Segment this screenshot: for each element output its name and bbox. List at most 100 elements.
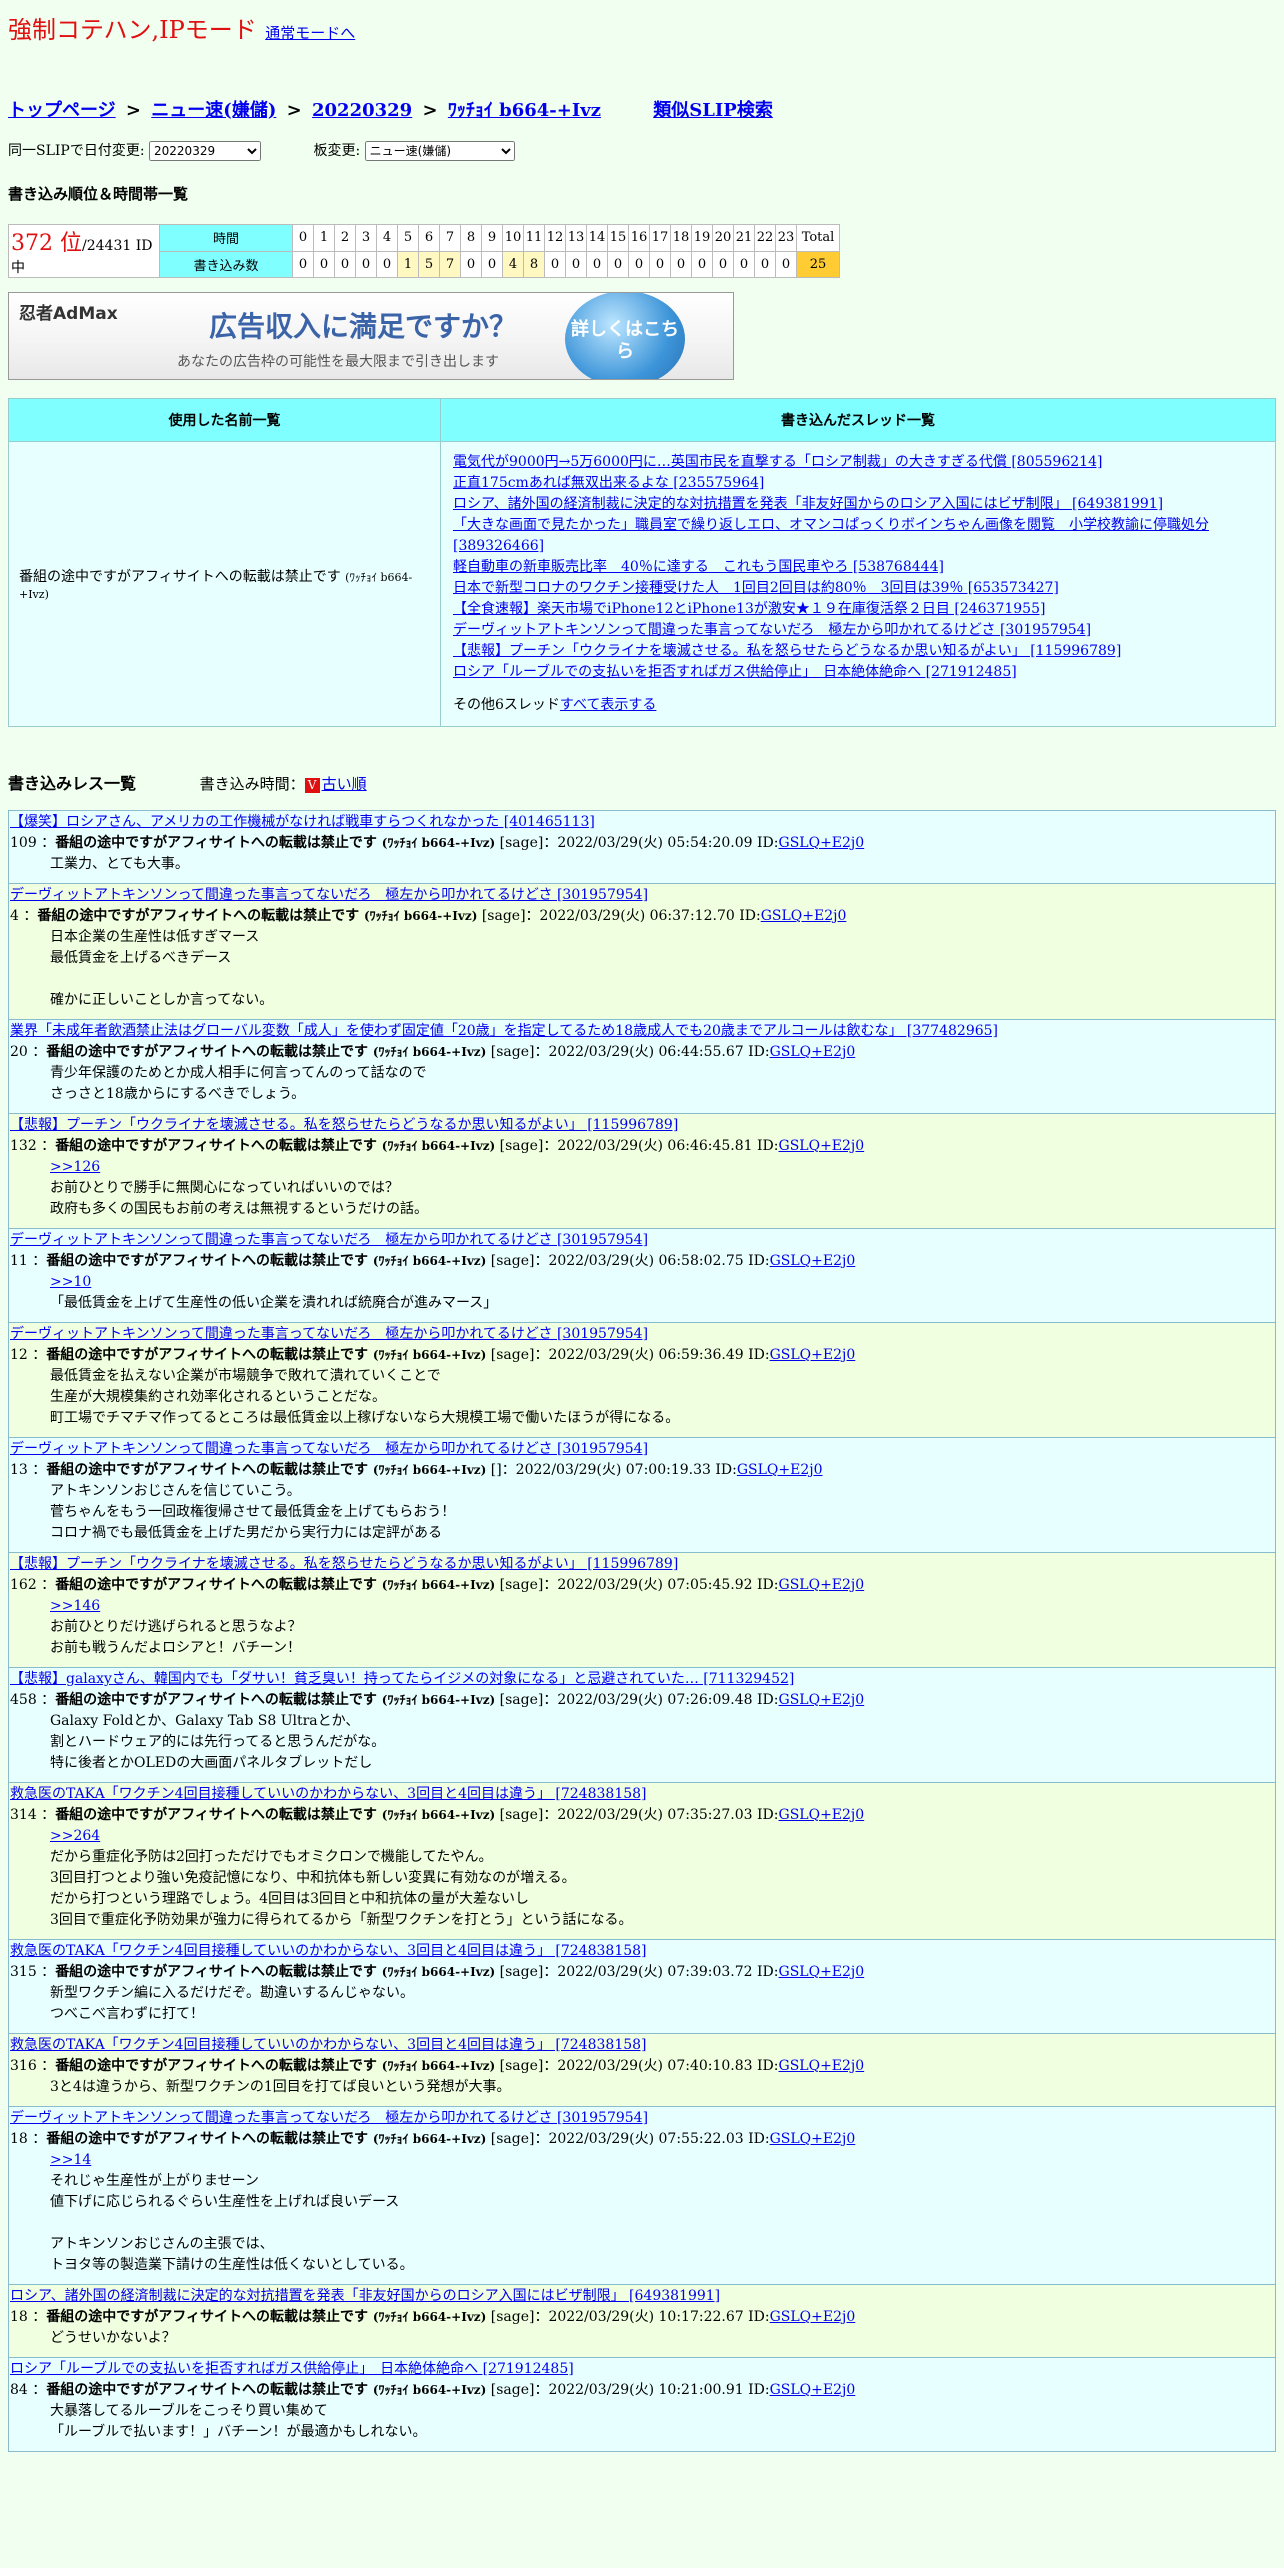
post-id-link[interactable]: GSLQ+E2j0 <box>770 2309 856 2325</box>
post-date: ：2022/03/29(火) 07:40:10.83 <box>543 2058 753 2074</box>
post-id-link[interactable]: GSLQ+E2j0 <box>779 1807 865 1823</box>
post-id-link[interactable]: GSLQ+E2j0 <box>779 1964 865 1980</box>
hour-header: 1 <box>313 224 335 252</box>
post-id-link[interactable]: GSLQ+E2j0 <box>779 2058 865 2074</box>
hour-header: 0 <box>292 224 314 252</box>
post-id-label: ID: <box>757 835 779 851</box>
ad-banner[interactable]: 忍者AdMax 広告収入に満足ですか？ あなたの広告枠の可能性を最大限まで引き出… <box>8 292 734 380</box>
post-thread-link[interactable]: デーヴィットアトキンソンって間違った事言ってないだろ 極左から叩かれてるけどさ … <box>10 1232 648 1248</box>
post-id-label: ID: <box>715 1462 737 1478</box>
thread-link[interactable]: デーヴィットアトキンソンって間違った事言ってないだろ 極左から叩かれてるけどさ … <box>453 620 1263 641</box>
breadcrumb-slip[interactable]: ﾜｯﾁｮｲ b664-+Ivz <box>448 100 601 121</box>
post-anchor-link[interactable]: >>146 <box>50 1598 100 1614</box>
post-author: 番組の途中ですがアフィサイトへの転載は禁止です (ﾜｯﾁｮｲ b664-+Ivz… <box>55 2058 495 2074</box>
post-item: 【爆笑】ロシアさん、アメリカの工作機械がなければ戦車すらつくれなかった [401… <box>8 810 1276 884</box>
post-line <box>50 2213 1274 2234</box>
post-thread-link[interactable]: 【悲報】プーチン「ウクライナを壊滅させる。私を怒らせたらどうなるか思い知るがよい… <box>10 1117 678 1133</box>
post-number: 11 <box>10 1253 28 1269</box>
post-mail: [sage] <box>490 2382 535 2398</box>
post-line: 3と4は違うから、新型ワクチンの1回目を打てば良いという発想が大事。 <box>50 2079 511 2095</box>
post-author: 番組の途中ですがアフィサイトへの転載は禁止です (ﾜｯﾁｮｲ b664-+Ivz… <box>55 1807 495 1823</box>
ad-logo: 忍者AdMax <box>19 304 118 324</box>
hour-count: 0 <box>313 250 335 278</box>
post-author-name: 番組の途中ですがアフィサイトへの転載は禁止です <box>55 2058 377 2074</box>
post-id-label: ID: <box>757 1577 779 1593</box>
board-select[interactable]: ニュー速(嫌儲) <box>364 141 515 161</box>
post-thread-link[interactable]: 救急医のTAKA「ワクチン4回目接種していいのかわからない、3回目と4回目は違う… <box>10 1943 647 1959</box>
post-thread-link[interactable]: ロシア、諸外国の経済制裁に決定的な対抗措置を発表「非友好国からのロシア入国にはビ… <box>10 2288 720 2304</box>
post-id-link[interactable]: GSLQ+E2j0 <box>737 1462 823 1478</box>
post-id-link[interactable]: GSLQ+E2j0 <box>761 908 847 924</box>
breadcrumb-top[interactable]: トップページ <box>8 100 116 121</box>
post-author-slip: (ﾜｯﾁｮｲ b664-+Ivz) <box>363 909 478 923</box>
post-body: 3と4は違うから、新型ワクチンの1回目を打てば良いという発想が大事。 <box>50 2077 1274 2098</box>
thread-link[interactable]: ロシア「ルーブルでの支払いを拒否すればガス供給停止」 日本絶体絶命へ [2719… <box>453 662 1263 683</box>
post-anchor-link[interactable]: >>264 <box>50 1828 100 1844</box>
breadcrumb-date[interactable]: 20220329 <box>312 100 412 121</box>
post-thread-link[interactable]: 【爆笑】ロシアさん、アメリカの工作機械がなければ戦車すらつくれなかった [401… <box>10 814 595 830</box>
post-id-label: ID: <box>748 2382 770 2398</box>
thread-link[interactable]: 正直175cmあれば無双出来るよな [235575964] <box>453 473 1263 494</box>
thread-link[interactable]: 電気代が9000円→5万6000円に…英国市民を直撃する「ロシア制裁」の大きすぎ… <box>453 452 1263 473</box>
post-id-link[interactable]: GSLQ+E2j0 <box>770 2382 856 2398</box>
post-id-link[interactable]: GSLQ+E2j0 <box>779 1577 865 1593</box>
thread-link[interactable]: 「大きな画面で見たかった」職員室で繰り返しエロ、オマンコぱっくりボインちゃん画像… <box>453 515 1263 557</box>
hour-count: 0 <box>628 250 650 278</box>
show-all-link[interactable]: すべて表示する <box>560 697 656 713</box>
post-thread-link[interactable]: デーヴィットアトキンソンって間違った事言ってないだろ 極左から叩かれてるけどさ … <box>10 887 648 903</box>
post-anchor-link[interactable]: >>10 <box>50 1274 91 1290</box>
post-author-slip: (ﾜｯﾁｮｲ b664-+Ivz) <box>372 1045 487 1059</box>
post-anchor-link[interactable]: >>14 <box>50 2152 91 2168</box>
post-author-slip: (ﾜｯﾁｮｲ b664-+Ivz) <box>372 2310 487 2324</box>
post-id-link[interactable]: GSLQ+E2j0 <box>779 1138 865 1154</box>
breadcrumb-separator: > <box>422 100 438 121</box>
post-id-link[interactable]: GSLQ+E2j0 <box>770 1253 856 1269</box>
post-thread-link[interactable]: 業界「未成年者飲酒禁止法はグローバル変数「成人」を使わず固定値「20歳」を指定し… <box>10 1023 998 1039</box>
post-id-link[interactable]: GSLQ+E2j0 <box>779 1692 865 1708</box>
post-id-link[interactable]: GSLQ+E2j0 <box>770 2131 856 2147</box>
post-thread: デーヴィットアトキンソンって間違った事言ってないだろ 極左から叩かれてるけどさ … <box>10 1230 1274 1251</box>
normal-mode-link[interactable]: 通常モードへ <box>265 24 355 42</box>
post-anchor-link[interactable]: >>126 <box>50 1159 100 1175</box>
thread-link[interactable]: 軽自動車の新車販売比率 40％に達する これもう国民車やろ [538768444… <box>453 557 1263 578</box>
post-mail: [sage] <box>499 835 544 851</box>
post-thread-link[interactable]: 救急医のTAKA「ワクチン4回目接種していいのかわからない、3回目と4回目は違う… <box>10 1786 647 1802</box>
date-select[interactable]: 20220329 <box>149 141 262 161</box>
post-thread-link[interactable]: 救急医のTAKA「ワクチン4回目接種していいのかわからない、3回目と4回目は違う… <box>10 2037 647 2053</box>
post-number: 132 <box>10 1138 37 1154</box>
post-item: デーヴィットアトキンソンって間違った事言ってないだろ 極左から叩かれてるけどさ … <box>8 1229 1276 1323</box>
post-number: 162 <box>10 1577 37 1593</box>
post-author-name: 番組の途中ですがアフィサイトへの転載は禁止です <box>46 1253 368 1269</box>
post-line: それじゃ生産性が上がりませーン <box>50 2173 259 2189</box>
post-item: デーヴィットアトキンソンって間違った事言ってないだろ 極左から叩かれてるけどさ … <box>8 2107 1276 2285</box>
post-thread-link[interactable]: 【悲報】galaxyさん、韓国内でも「ダサい！貧乏臭い！持ってたらイジメの対象に… <box>10 1671 794 1687</box>
post-thread-link[interactable]: デーヴィットアトキンソンって間違った事言ってないだろ 極左から叩かれてるけどさ … <box>10 2110 648 2126</box>
post-thread-link[interactable]: ロシア「ルーブルでの支払いを拒否すればガス供給停止」 日本絶体絶命へ [2719… <box>10 2361 574 2377</box>
post-line: コロナ禍でも最低賃金を上げた男だから実行力には定評がある <box>50 1525 442 1541</box>
ad-details-button[interactable]: 詳しくはこちら <box>565 293 685 379</box>
thread-link[interactable]: 【全食速報】楽天市場でiPhone12とiPhone13が激安★１９在庫復活祭２… <box>453 599 1263 620</box>
post-thread-link[interactable]: 【悲報】プーチン「ウクライナを壊滅させる。私を怒らせたらどうなるか思い知るがよい… <box>10 1556 678 1572</box>
post-thread-link[interactable]: デーヴィットアトキンソンって間違った事言ってないだろ 極左から叩かれてるけどさ … <box>10 1326 648 1342</box>
post-author-name: 番組の途中ですがアフィサイトへの転載は禁止です <box>46 1462 368 1478</box>
post-meta: 20 ：番組の途中ですがアフィサイトへの転載は禁止です (ﾜｯﾁｮｲ b664-… <box>10 1044 856 1060</box>
thread-link[interactable]: 【悲報】プーチン「ウクライナを壊滅させる。私を怒らせたらどうなるか思い知るがよい… <box>453 641 1263 662</box>
post-thread: ロシア「ルーブルでの支払いを拒否すればガス供給停止」 日本絶体絶命へ [2719… <box>10 2359 1274 2380</box>
post-line: 割とハードウェア的には先行ってると思うんだがな。 <box>50 1734 386 1750</box>
sort-oldest-link[interactable]: 古い順 <box>322 775 367 793</box>
similar-slip-search-link[interactable]: 類似SLIP検索 <box>653 100 773 121</box>
breadcrumb-board[interactable]: ニュー速(嫌儲) <box>151 100 276 121</box>
thread-link[interactable]: 日本で新型コロナのワクチン接種受けた人 1回目2回目は約80％ 3回目は39％ … <box>453 578 1263 599</box>
post-mail: [sage] <box>499 1692 544 1708</box>
post-thread-link[interactable]: デーヴィットアトキンソンって間違った事言ってないだろ 極左から叩かれてるけどさ … <box>10 1441 648 1457</box>
post-item: 【悲報】プーチン「ウクライナを壊滅させる。私を怒らせたらどうなるか思い知るがよい… <box>8 1114 1276 1229</box>
post-date: ：2022/03/29(火) 07:55:22.03 <box>534 2131 744 2147</box>
post-id-link[interactable]: GSLQ+E2j0 <box>770 1044 856 1060</box>
post-meta: 109 ：番組の途中ですがアフィサイトへの転載は禁止です (ﾜｯﾁｮｲ b664… <box>10 835 865 851</box>
thread-link[interactable]: ロシア、諸外国の経済制裁に決定的な対抗措置を発表「非友好国からのロシア入国にはビ… <box>453 494 1263 515</box>
post-id-link[interactable]: GSLQ+E2j0 <box>779 835 865 851</box>
post-id-link[interactable]: GSLQ+E2j0 <box>770 1347 856 1363</box>
post-author: 番組の途中ですがアフィサイトへの転載は禁止です (ﾜｯﾁｮｲ b664-+Ivz… <box>55 1138 495 1154</box>
post-mail: [sage] <box>490 1347 535 1363</box>
post-author-slip: (ﾜｯﾁｮｲ b664-+Ivz) <box>381 1965 496 1979</box>
